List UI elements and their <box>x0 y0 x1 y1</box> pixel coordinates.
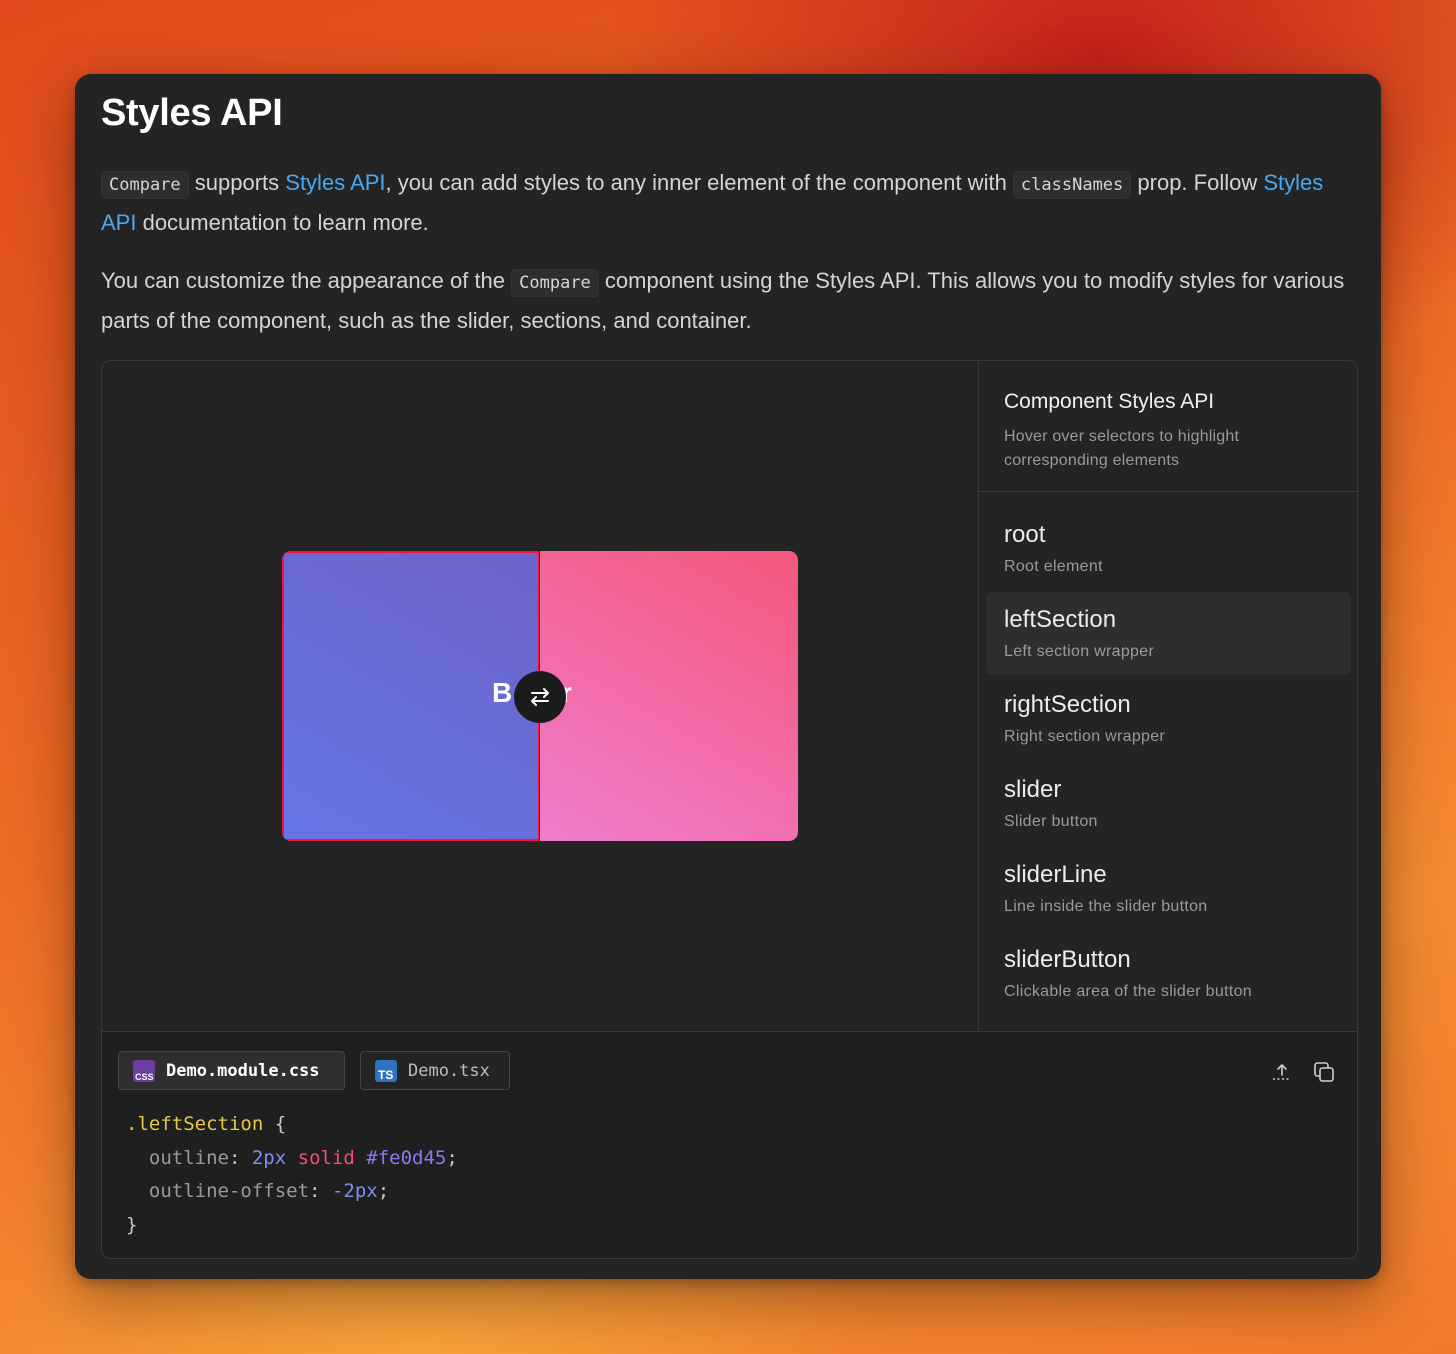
inline-code-compare: Compare <box>511 269 599 297</box>
paragraph-text: , you can add styles to any inner elemen… <box>385 170 1013 195</box>
selector-leftsection[interactable]: leftSection Left section wrapper <box>986 592 1351 675</box>
inline-code-compare: Compare <box>101 171 189 199</box>
paragraph-text: documentation to learn more. <box>136 210 429 235</box>
styles-api-link[interactable]: Styles API <box>285 170 385 195</box>
tab-demo-tsx[interactable]: TS Demo.tsx <box>360 1051 510 1090</box>
code-punct: : <box>309 1180 332 1202</box>
selector-name: rightSection <box>1004 691 1131 718</box>
styles-panel-title: Component Styles API <box>1004 390 1215 413</box>
selector-rightsection[interactable]: rightSection Right section wrapper <box>986 677 1351 760</box>
compare-right-section <box>540 551 798 841</box>
section-title: Styles API <box>101 92 283 134</box>
compare-component[interactable]: B r <box>282 551 798 841</box>
compare-slider-button[interactable] <box>514 671 566 723</box>
paragraph-text: supports <box>188 170 286 195</box>
intro-paragraph: Compare supports Styles API, you can add… <box>101 164 1357 241</box>
paragraph-text: You can customize the appearance of the <box>101 268 512 293</box>
selector-description: Right section wrapper <box>1004 728 1166 745</box>
paragraph-text: prop. Follow <box>1131 170 1264 195</box>
styles-api-panel: Component Styles API Hover over selector… <box>978 361 1357 1031</box>
selector-description: Clickable area of the slider button <box>1004 983 1252 1000</box>
selector-sliderbutton[interactable]: sliderButton Clickable area of the slide… <box>986 932 1351 1015</box>
selector-description: Root element <box>1004 558 1103 575</box>
code-keyword: solid <box>297 1146 355 1169</box>
code-block: .leftSection { outline: 2px solid #fe0d4… <box>126 1108 458 1242</box>
before-label: B <box>492 677 513 708</box>
code-punct: ; <box>377 1180 390 1202</box>
code-number: 2px <box>251 1146 287 1169</box>
tab-label: Demo.module.css <box>166 1060 320 1081</box>
demo-container: B r Component Styles API Hover over sele… <box>101 360 1358 1259</box>
copy-button[interactable] <box>1312 1060 1336 1084</box>
selector-description: Line inside the slider button <box>1004 898 1208 915</box>
swap-arrows-icon <box>531 688 549 706</box>
code-punct: } <box>126 1213 138 1236</box>
selector-name: sliderLine <box>1004 861 1107 888</box>
code-property: outline-offset <box>148 1180 310 1202</box>
code-hex: #fe0d45 <box>366 1146 447 1169</box>
selector-slider[interactable]: slider Slider button <box>986 762 1351 845</box>
tab-label: Demo.tsx <box>408 1060 490 1081</box>
code-selector: .leftSection <box>126 1113 264 1135</box>
code-property: outline <box>148 1146 229 1169</box>
selector-description: Left section wrapper <box>1004 643 1155 660</box>
selector-name: root <box>1004 521 1046 548</box>
component-preview: B r <box>102 361 979 1031</box>
selector-sliderline[interactable]: sliderLine Line inside the slider button <box>986 847 1351 930</box>
customize-paragraph: You can customize the appearance of the … <box>101 262 1357 339</box>
selector-description: Slider button <box>1004 813 1098 830</box>
code-punct: ; <box>446 1146 458 1169</box>
code-punct: { <box>263 1113 287 1135</box>
docs-window: Styles API Compare supports Styles API, … <box>75 74 1381 1279</box>
inline-code-classnames: classNames <box>1012 171 1132 199</box>
ts-file-icon: TS <box>375 1059 397 1082</box>
css-file-icon: CSS <box>133 1059 155 1082</box>
code-number: -2px <box>331 1180 378 1202</box>
selector-name: leftSection <box>1004 606 1117 633</box>
code-panel: CSS Demo.module.css TS Demo.tsx .leftSec… <box>102 1031 1357 1258</box>
tab-demo-module-css[interactable]: CSS Demo.module.css <box>118 1051 345 1090</box>
share-button[interactable] <box>1270 1060 1294 1084</box>
selector-name: sliderButton <box>1004 946 1131 973</box>
styles-panel-subtitle: Hover over selectors to highlight corres… <box>1004 428 1240 469</box>
code-punct: : <box>228 1146 252 1169</box>
selector-name: slider <box>1004 776 1062 803</box>
share-icon <box>1273 1064 1291 1080</box>
copy-icon <box>1314 1062 1334 1082</box>
styles-panel-header: Component Styles API Hover over selector… <box>978 361 1357 492</box>
selector-root[interactable]: root Root element <box>986 507 1351 590</box>
